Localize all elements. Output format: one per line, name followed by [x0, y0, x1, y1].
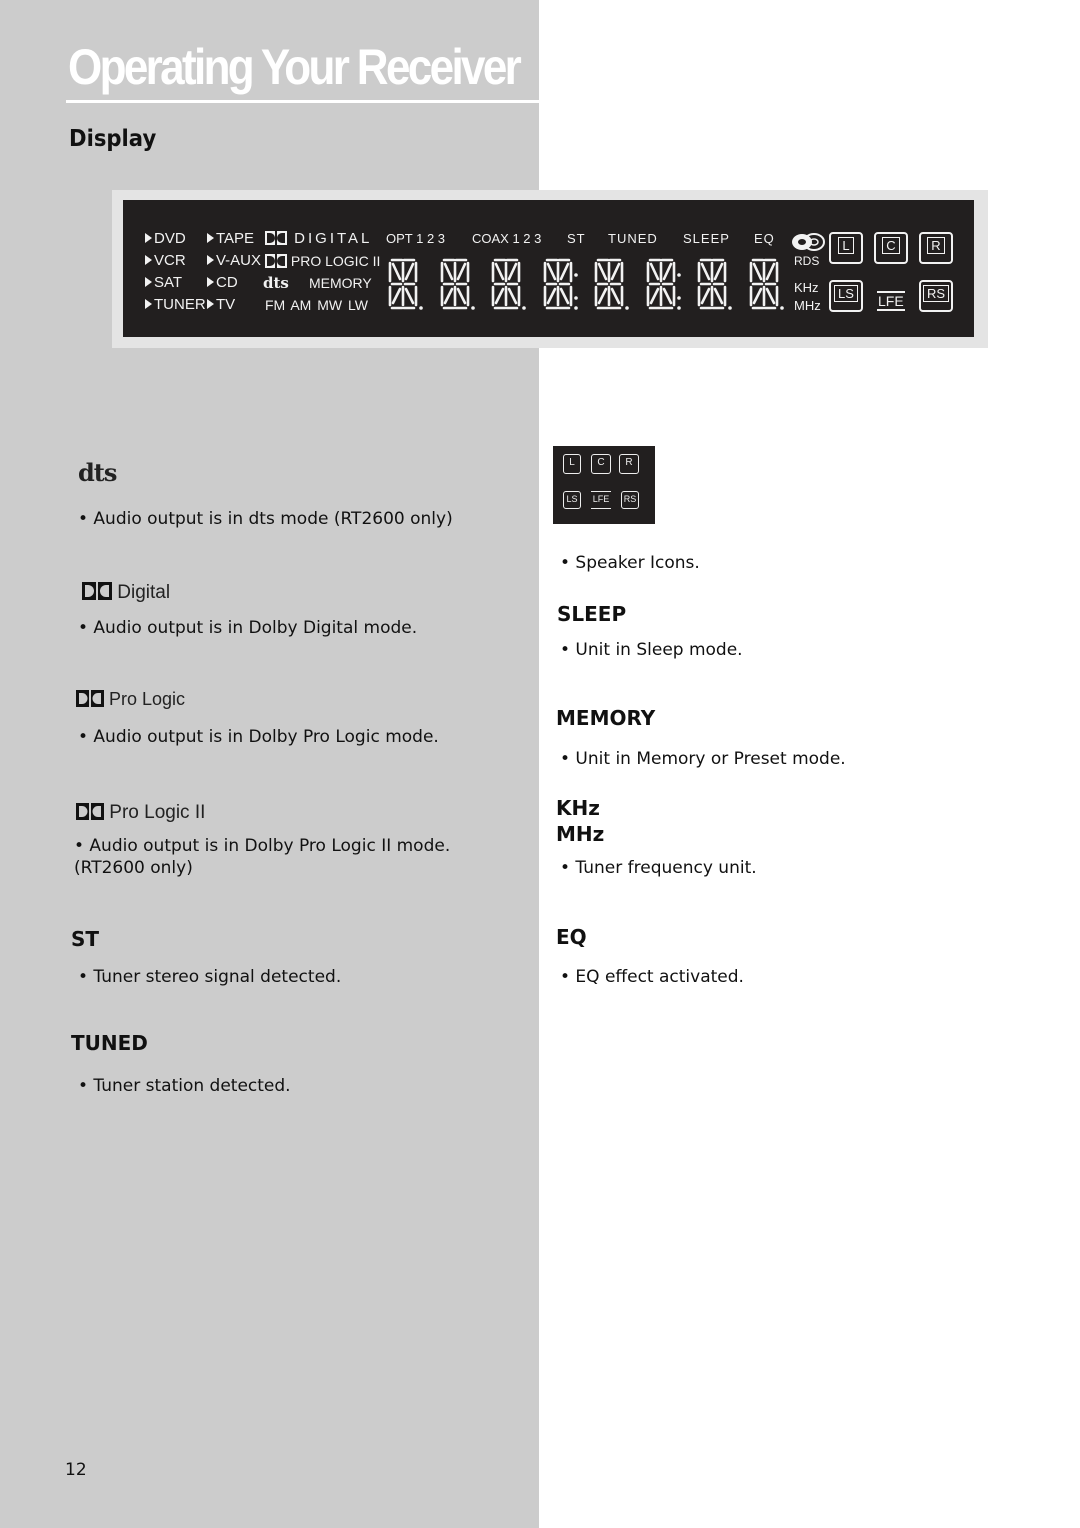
- arrow-icon: [207, 255, 214, 265]
- pro-logic-description: • Audio output is in Dolby Pro Logic mod…: [78, 727, 439, 747]
- pro-logic-ii-description: • Audio output is in Dolby Pro Logic II …: [74, 836, 451, 856]
- segment-digit: [543, 258, 578, 310]
- tuned-description: • Tuner station detected.: [78, 1076, 291, 1096]
- mhz-heading: MHz: [556, 822, 605, 846]
- source-vcr: VCR: [145, 253, 186, 269]
- dolby-logo-icon: [76, 803, 104, 820]
- arrow-icon: [207, 233, 214, 243]
- memory-indicator: MEMORY: [309, 275, 372, 291]
- khz-label: KHz: [794, 280, 819, 295]
- dts-logo: dts: [78, 458, 117, 487]
- arrow-icon: [145, 233, 152, 243]
- speaker-icon-rs: RS: [919, 280, 953, 312]
- mini-speaker-lfe: LFE: [591, 491, 611, 509]
- mini-speaker-ls: LS: [563, 491, 581, 509]
- arrow-icon: [145, 255, 152, 265]
- opt-indicator: OPT 1 2 3: [386, 231, 446, 246]
- arrow-icon: [145, 277, 152, 287]
- rds-label: RDS: [794, 254, 820, 268]
- page-number: 12: [65, 1460, 87, 1480]
- eq-heading: EQ: [556, 925, 587, 949]
- speaker-icons-description: • Speaker Icons.: [560, 553, 700, 573]
- pro-logic-ii-logo: Pro Logic II: [76, 802, 205, 824]
- coax-indicator: COAX 1 2 3: [472, 231, 542, 246]
- dolby-logo-icon: [76, 690, 104, 707]
- arrow-icon: [207, 277, 214, 287]
- sleep-indicator: SLEEP: [683, 231, 730, 246]
- mini-speaker-l: L: [563, 454, 581, 474]
- dolby-logo-icon: [265, 231, 287, 245]
- memory-description: • Unit in Memory or Preset mode.: [560, 749, 846, 769]
- source-tape: TAPE: [207, 231, 254, 247]
- st-heading: ST: [71, 927, 100, 951]
- source-sat: SAT: [145, 275, 182, 291]
- source-dvd: DVD: [145, 231, 186, 247]
- st-indicator: ST: [567, 231, 586, 246]
- khz-heading: KHz: [556, 796, 600, 820]
- dts-indicator: dts: [263, 274, 289, 292]
- source-vaux: V-AUX: [207, 253, 261, 269]
- dolby-logo-icon: [82, 582, 112, 600]
- eq-description: • EQ effect activated.: [560, 967, 744, 987]
- source-tv: TV: [207, 297, 235, 313]
- frequency-description: • Tuner frequency unit.: [560, 858, 757, 878]
- segment-digit: [749, 258, 784, 310]
- speaker-icons-image: L C R LS LFE RS: [553, 446, 655, 524]
- speaker-icon-l: L: [829, 232, 863, 264]
- mhz-label: MHz: [794, 298, 821, 313]
- mini-speaker-c: C: [591, 454, 611, 474]
- source-tuner: TUNER: [145, 297, 206, 313]
- speaker-icon-r: R: [919, 232, 953, 264]
- st-description: • Tuner stereo signal detected.: [78, 967, 342, 987]
- rds-logo-icon: [792, 233, 825, 251]
- tuned-indicator: TUNED: [608, 231, 658, 246]
- segment-digit: [491, 258, 526, 310]
- segment-digit: [440, 258, 475, 310]
- source-cd: CD: [207, 275, 238, 291]
- title-divider: [66, 100, 540, 103]
- dolby-logo-icon: [265, 254, 287, 268]
- dolby-digital-logo: Digital: [82, 582, 170, 604]
- segment-digit: [388, 258, 423, 310]
- section-title: Display: [69, 126, 157, 152]
- dolby-digital-description: • Audio output is in Dolby Digital mode.: [78, 618, 418, 638]
- pro-logic-ii-note: (RT2600 only): [74, 858, 193, 878]
- mini-speaker-rs: RS: [621, 491, 639, 509]
- page-title: Operating Your Receiver: [68, 39, 522, 95]
- segment-digit: [594, 258, 629, 310]
- sleep-heading: SLEEP: [557, 602, 627, 626]
- front-panel-display: DVD VCR SAT TUNER TAPE V-AUX CD TV DIGIT…: [123, 200, 974, 337]
- speaker-icon-c: C: [874, 232, 908, 264]
- dolby-digital-indicator: DIGITAL: [265, 231, 372, 247]
- speaker-icon-ls: LS: [829, 280, 863, 312]
- dts-description: • Audio output is in dts mode (RT2600 on…: [78, 509, 453, 529]
- pro-logic-indicator: PRO LOGIC II: [265, 253, 380, 269]
- eq-indicator: EQ: [754, 231, 775, 246]
- mini-speaker-r: R: [619, 454, 639, 474]
- segment-digit: [646, 258, 681, 310]
- sleep-description: • Unit in Sleep mode.: [560, 640, 743, 660]
- arrow-icon: [145, 299, 152, 309]
- memory-heading: MEMORY: [556, 706, 656, 730]
- speaker-icon-lfe: LFE: [877, 291, 905, 311]
- pro-logic-logo: Pro Logic: [76, 689, 185, 710]
- band-indicators: FM AM MW LW: [265, 297, 368, 313]
- segment-digit: [697, 258, 732, 310]
- tuned-heading: TUNED: [71, 1031, 148, 1055]
- arrow-icon: [207, 299, 214, 309]
